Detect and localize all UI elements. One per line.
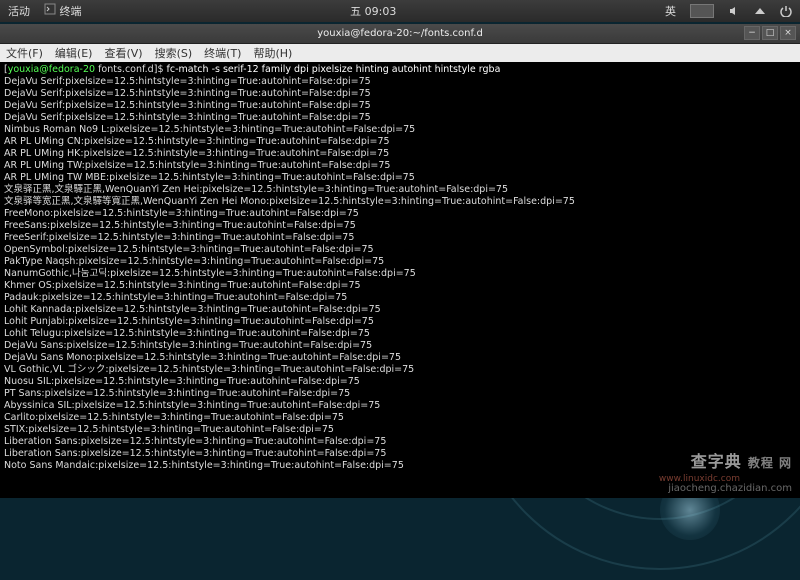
app-menu-label: 终端 (60, 5, 82, 18)
network-icon[interactable] (754, 5, 766, 17)
ime-indicator[interactable]: 英 (665, 3, 676, 19)
volume-icon[interactable] (728, 5, 740, 17)
menu-terminal[interactable]: 终端(T) (204, 45, 241, 61)
menu-edit[interactable]: 编辑(E) (55, 45, 93, 61)
window-titlebar[interactable]: youxia@fedora-20:~/fonts.conf.d − □ × (0, 24, 800, 44)
power-icon[interactable] (780, 5, 792, 17)
gnome-topbar: 活动 终端 五 09:03 英 (0, 0, 800, 22)
window-title: youxia@fedora-20:~/fonts.conf.d (317, 28, 483, 39)
terminal-output: DejaVu Serif:pixelsize=12.5:hintstyle=3:… (4, 76, 796, 472)
accessibility-icon[interactable] (690, 4, 714, 18)
close-button[interactable]: × (780, 26, 796, 40)
terminal-window: youxia@fedora-20:~/fonts.conf.d − □ × 文件… (0, 24, 800, 498)
watermark-main: 查字典教程 网 (691, 448, 792, 472)
menu-file[interactable]: 文件(F) (6, 45, 43, 61)
terminal-menubar: 文件(F) 编辑(E) 查看(V) 搜索(S) 终端(T) 帮助(H) (0, 44, 800, 62)
menu-help[interactable]: 帮助(H) (253, 45, 292, 61)
shell-prompt: [youxia@fedora-20 fonts.conf.d]$ (4, 64, 167, 75)
watermark-url: jiaocheng.chazidian.com (668, 483, 792, 494)
terminal-app-icon (44, 3, 56, 15)
clock[interactable]: 五 09:03 (350, 3, 396, 19)
menu-view[interactable]: 查看(V) (104, 45, 142, 61)
maximize-button[interactable]: □ (762, 26, 778, 40)
minimize-button[interactable]: − (744, 26, 760, 40)
app-menu[interactable]: 终端 (44, 3, 82, 19)
activities-button[interactable]: 活动 (8, 3, 30, 19)
command-text: fc-match -s serif-12 family dpi pixelsiz… (167, 64, 501, 75)
menu-search[interactable]: 搜索(S) (155, 45, 193, 61)
terminal-viewport[interactable]: [youxia@fedora-20 fonts.conf.d]$ fc-matc… (0, 62, 800, 498)
